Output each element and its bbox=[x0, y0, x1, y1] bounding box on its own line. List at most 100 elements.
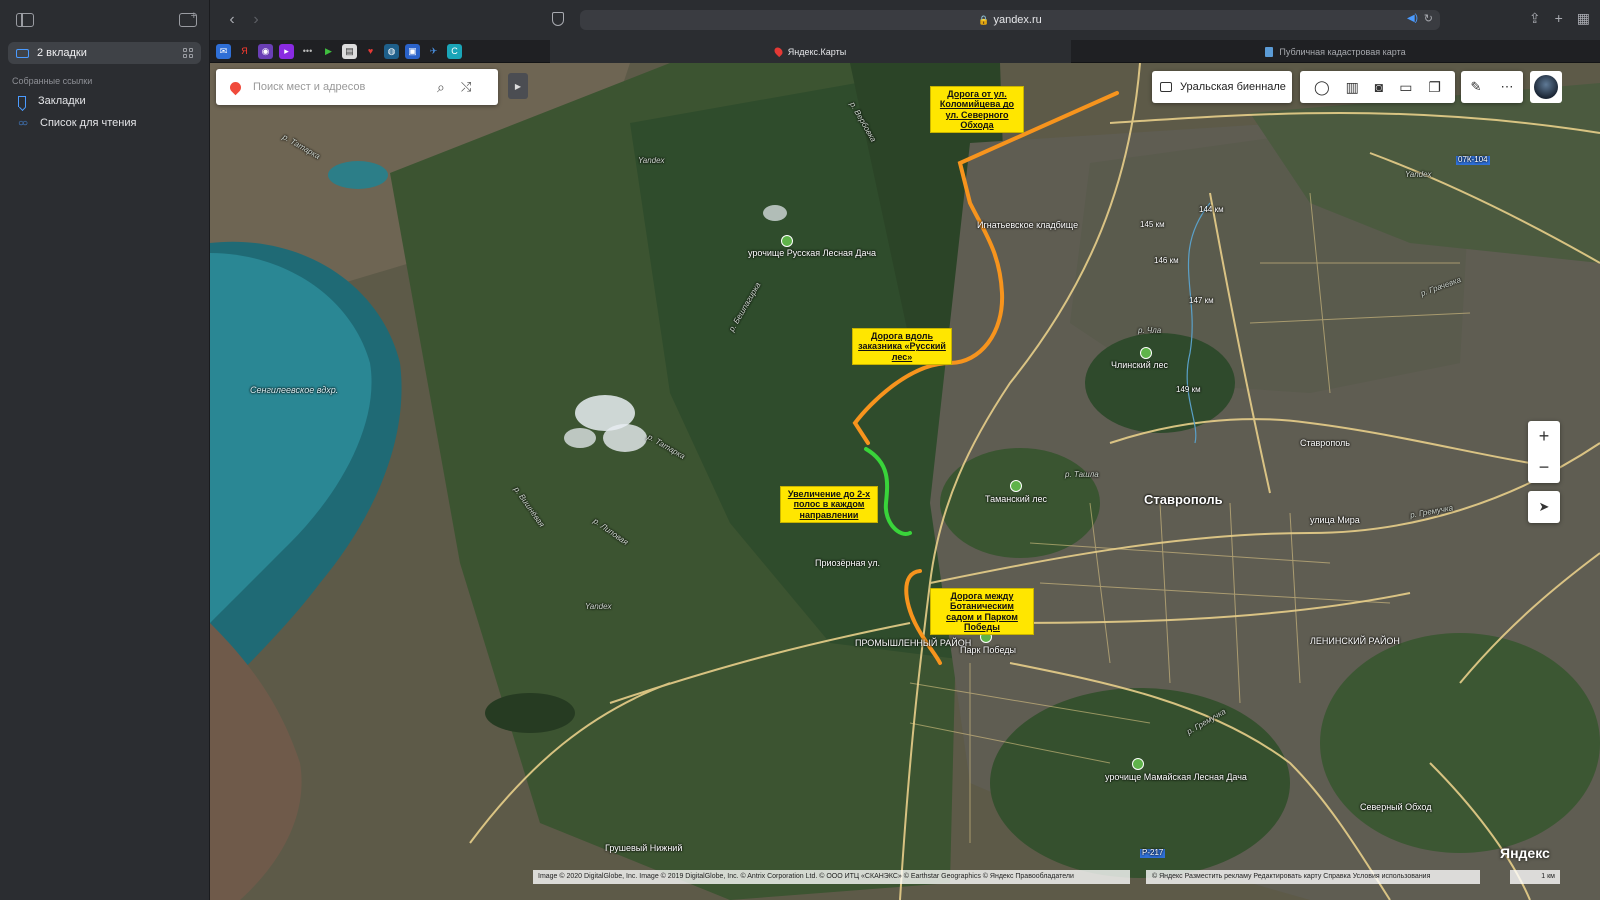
favorite-plane-icon[interactable]: ✈ bbox=[426, 44, 441, 59]
km-marker: 144 км bbox=[1199, 205, 1224, 214]
priozernaya-street-label: Приозёрная ул. bbox=[815, 558, 880, 568]
avatar-image bbox=[1534, 75, 1558, 99]
chlinsky-forest-label: Члинский лес bbox=[1111, 360, 1168, 370]
geolocation-button[interactable]: ➤ bbox=[1528, 491, 1560, 523]
park-poi-icon[interactable] bbox=[781, 235, 793, 247]
satellite-map[interactable]: Сенгилеевское вдхр. урочище Русская Лесн… bbox=[210, 63, 1600, 900]
lock-icon: 🔒 bbox=[978, 14, 990, 25]
stavropol-station-label: Ставрополь bbox=[1300, 438, 1350, 448]
search-input[interactable] bbox=[253, 81, 423, 93]
sidebar-item-label: Закладки bbox=[38, 95, 86, 107]
taman-forest-label: Таманский лес bbox=[985, 494, 1048, 504]
bus-icon[interactable]: ▭ bbox=[1399, 79, 1412, 96]
privacy-shield-icon[interactable] bbox=[552, 12, 564, 26]
annotation-botanical-road: Дорога между Ботаническим садом и Парком… bbox=[930, 588, 1034, 636]
layers-icon[interactable]: ❐ bbox=[1428, 79, 1441, 96]
yandex-watermark: Yandex bbox=[638, 156, 665, 165]
zoom-in-button[interactable]: + bbox=[1528, 421, 1560, 452]
search-icon[interactable]: ⌕ bbox=[437, 79, 445, 96]
km-marker: 149 км bbox=[1176, 385, 1201, 394]
city-label: Ставрополь bbox=[1144, 492, 1223, 507]
zoom-out-button[interactable]: − bbox=[1528, 452, 1560, 483]
zoom-control: + − bbox=[1528, 421, 1560, 483]
street-mira-label: улица Мира bbox=[1310, 515, 1360, 525]
tab-bar: ✉ Я ◉ ▸ ••• ▶ ▤ ♥ ◍ ▣ ✈ C Яндекс.Карты П… bbox=[210, 40, 1600, 63]
bookmark-icon bbox=[18, 95, 26, 107]
share-icon[interactable]: ⇪ bbox=[1529, 10, 1541, 27]
more-icon[interactable]: ⋯ bbox=[1500, 79, 1513, 95]
annotation-widening: Увеличение до 2-х полос в каждом направл… bbox=[780, 486, 878, 524]
map-footer-links[interactable]: © Яндекс Разместить рекламу Редактироват… bbox=[1146, 870, 1480, 884]
russian-forest-label: урочище Русская Лесная Дача bbox=[748, 248, 877, 258]
leninsky-district-label: ЛЕНИНСКИЙ РАЙОН bbox=[1310, 636, 1400, 646]
map-search-box: ⌕ ⤭ bbox=[216, 69, 498, 105]
monitor-icon bbox=[16, 48, 29, 58]
tab-cadastral-map[interactable]: Публичная кадастровая карта bbox=[1071, 40, 1600, 63]
speaker-icon[interactable]: ◀) bbox=[1407, 13, 1418, 24]
sidebar-toggle-icon[interactable] bbox=[16, 13, 34, 27]
sidebar-item-label: Список для чтения bbox=[40, 117, 137, 129]
tab-overview-icon[interactable]: ▦ bbox=[1577, 10, 1590, 27]
camera-icon[interactable]: ◙ bbox=[1375, 79, 1383, 95]
promo-button[interactable]: Уральская биеннале bbox=[1152, 71, 1292, 103]
river-label: р. Чла bbox=[1138, 326, 1162, 335]
grushevy-label: Грушевый Нижний bbox=[605, 843, 683, 853]
cadastral-favicon-icon bbox=[1265, 46, 1274, 57]
yandex-watermark: Yandex bbox=[585, 602, 612, 611]
favorite-play-icon[interactable]: ▶ bbox=[321, 44, 336, 59]
tab-label: Яндекс.Карты bbox=[787, 46, 847, 57]
sidebar-item-bookmarks[interactable]: Закладки bbox=[0, 90, 209, 112]
park-poi-icon[interactable] bbox=[1010, 480, 1022, 492]
forward-button[interactable]: › bbox=[244, 8, 268, 32]
sidebar: 2 вкладки Собранные ссылки Закладки ○○ С… bbox=[0, 0, 210, 900]
panorama-icon[interactable]: ◯ bbox=[1314, 79, 1330, 96]
tab-yandex-maps[interactable]: Яндекс.Карты bbox=[550, 40, 1071, 63]
promo-label: Уральская биеннале bbox=[1180, 81, 1286, 93]
river-label: р. Ташла bbox=[1065, 470, 1099, 479]
favorite-dots-icon[interactable]: ••• bbox=[300, 44, 315, 59]
favorite-arrow-icon[interactable]: ▸ bbox=[279, 43, 294, 59]
mamaiskaya-forest-label: урочище Мамайская Лесная Дача bbox=[1105, 772, 1247, 782]
new-tab-group-icon[interactable] bbox=[179, 10, 197, 27]
reading-list-icon: ○○ bbox=[18, 117, 28, 129]
park-poi-icon[interactable] bbox=[1132, 758, 1144, 770]
favorite-box-icon[interactable]: ▣ bbox=[405, 43, 420, 59]
favorite-news-icon[interactable]: ▤ bbox=[342, 43, 357, 59]
victory-park-label: Парк Победы bbox=[960, 645, 1016, 655]
address-bar[interactable]: 🔒 yandex.ru ◀) ↻ bbox=[580, 10, 1440, 30]
favorite-yandex-icon[interactable]: Я bbox=[237, 44, 252, 59]
route-icon[interactable]: ⤭ bbox=[461, 79, 471, 95]
tab-group-item[interactable]: 2 вкладки bbox=[8, 42, 201, 64]
park-poi-icon[interactable] bbox=[1140, 347, 1152, 359]
annotation-russian-forest-road: Дорога вдоль заказника «Русский лес» bbox=[852, 328, 952, 366]
new-tab-icon[interactable]: + bbox=[1555, 10, 1563, 27]
favorite-pin-icon[interactable]: ♥ bbox=[363, 44, 378, 59]
km-marker: 145 км bbox=[1140, 220, 1165, 229]
favorites-bar: ✉ Я ◉ ▸ ••• ▶ ▤ ♥ ◍ ▣ ✈ C bbox=[210, 40, 550, 62]
ruler-icon[interactable]: ✎ bbox=[1471, 79, 1482, 95]
collapse-panel-button[interactable]: ▶ bbox=[508, 73, 528, 99]
road-badge: Р-217 bbox=[1140, 848, 1166, 858]
reservoir-label: Сенгилеевское вдхр. bbox=[250, 385, 339, 395]
promyshlenny-district-label: ПРОМЫШЛЕННЫЙ РАЙОН bbox=[855, 638, 972, 648]
north-bypass-label: Северный Обход bbox=[1360, 802, 1432, 812]
sidebar-item-reading-list[interactable]: ○○ Список для чтения bbox=[0, 112, 209, 134]
annotation-north-road: Дорога от ул. Коломийцева до ул. Северно… bbox=[930, 86, 1024, 134]
copyright-text: Image © 2020 DigitalGlobe, Inc. Image © … bbox=[533, 870, 1130, 884]
tab-group-label: 2 вкладки bbox=[37, 47, 87, 59]
favorite-mail-icon[interactable]: ✉ bbox=[216, 43, 231, 59]
browser-toolbar: ‹ › 🔒 yandex.ru ◀) ↻ ⇪ + ▦ bbox=[210, 0, 1600, 40]
grid-icon[interactable] bbox=[183, 48, 193, 58]
avatar[interactable] bbox=[1530, 71, 1562, 103]
toolbar-right-actions: ⇪ + ▦ bbox=[1529, 10, 1590, 27]
map-layers-panel: ◯ ▥ ◙ ▭ ❐ bbox=[1300, 71, 1455, 103]
map-tools-panel: ✎ ⋯ bbox=[1461, 71, 1523, 103]
favorite-c-icon[interactable]: C bbox=[447, 43, 462, 59]
map-icon[interactable]: ▥ bbox=[1346, 79, 1359, 96]
km-marker: 146 км bbox=[1154, 256, 1179, 265]
back-button[interactable]: ‹ bbox=[220, 8, 244, 32]
sidebar-header bbox=[0, 0, 209, 40]
favorite-brain-icon[interactable]: ◉ bbox=[258, 43, 273, 59]
reload-icon[interactable]: ↻ bbox=[1424, 12, 1433, 25]
favorite-globe-icon[interactable]: ◍ bbox=[384, 43, 399, 59]
